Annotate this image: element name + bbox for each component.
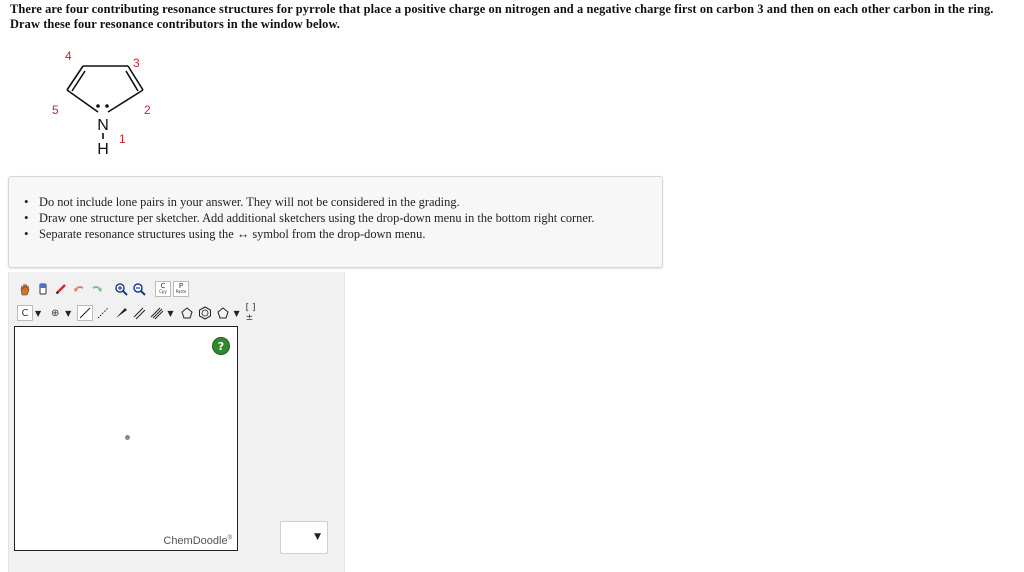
position-number-5: 5 xyxy=(52,103,59,117)
hand-icon[interactable] xyxy=(17,281,33,297)
charge-label: ⊕ xyxy=(50,307,60,319)
bond-c3-c2-inner xyxy=(125,70,139,92)
benzene-icon[interactable] xyxy=(197,305,213,321)
hydrogen-label: H xyxy=(97,141,109,158)
nitrogen-label: N xyxy=(97,117,109,134)
sketcher-dropdown[interactable]: ▼ xyxy=(280,521,328,554)
copy-label: Cpy xyxy=(159,289,167,294)
chevron-down-icon[interactable]: ▼ xyxy=(167,309,173,318)
eraser-icon[interactable] xyxy=(35,281,51,297)
position-number-1: 1 xyxy=(119,132,126,146)
zoom-in-icon[interactable] xyxy=(113,281,129,297)
instruction-item: Do not include lone pairs in your answer… xyxy=(24,194,662,210)
ring-icon[interactable] xyxy=(215,305,231,321)
double-bond-icon[interactable] xyxy=(131,305,147,321)
pencil-icon[interactable] xyxy=(53,281,69,297)
chevron-down-icon[interactable]: ▼ xyxy=(35,309,41,318)
chevron-down-icon[interactable]: ▼ xyxy=(65,309,71,318)
position-number-4: 4 xyxy=(65,49,72,63)
atom-label: C xyxy=(21,307,29,319)
triple-bond-icon[interactable] xyxy=(149,305,165,321)
pyrrole-structure: N H 1 2 3 4 5 xyxy=(40,40,180,170)
toolbar-row-2: C ▼ ⊕ ▼ ▼ ▼ [ ]± xyxy=(17,303,264,323)
lone-pair-dot xyxy=(96,104,100,108)
chevron-down-icon: ▼ xyxy=(314,532,321,542)
instruction-item: Separate resonance structures using the … xyxy=(24,226,662,242)
bond-n1-c5 xyxy=(66,89,99,113)
bracket-icon[interactable]: [ ]± xyxy=(245,303,262,323)
charge-button[interactable]: ⊕ xyxy=(47,305,63,321)
instructions-box: Do not include lone pairs in your answer… xyxy=(8,176,663,268)
instructions-list: Do not include lone pairs in your answer… xyxy=(24,194,662,242)
wedge-bond-icon[interactable] xyxy=(113,305,129,321)
drawing-canvas[interactable]: ? ChemDoodle® xyxy=(14,326,238,551)
single-bond-icon[interactable] xyxy=(77,305,94,321)
canvas-center-marker xyxy=(125,435,130,440)
instruction-item: Draw one structure per sketcher. Add add… xyxy=(24,210,662,226)
chevron-down-icon[interactable]: ▼ xyxy=(233,309,239,318)
lone-pair-dot xyxy=(105,104,109,108)
pyrrole-diagram: N H 1 2 3 4 5 xyxy=(52,49,151,158)
zoom-out-icon[interactable] xyxy=(131,281,147,297)
redo-icon[interactable] xyxy=(89,281,105,297)
cyclopentane-icon[interactable] xyxy=(179,305,195,321)
question-text: There are four contributing resonance st… xyxy=(10,2,994,31)
undo-icon[interactable] xyxy=(71,281,87,297)
bracket-label: [ ]± xyxy=(245,303,256,323)
paste-icon[interactable]: P Paste xyxy=(173,281,189,297)
copy-icon[interactable]: C Cpy xyxy=(155,281,171,297)
chemdoodle-brand: ChemDoodle® xyxy=(163,535,232,547)
bond-c2-n1 xyxy=(107,89,144,113)
position-number-2: 2 xyxy=(144,103,151,117)
paste-label: Paste xyxy=(175,289,187,294)
toolbar-row-1: C Cpy P Paste xyxy=(17,280,191,298)
registered-mark: ® xyxy=(227,535,232,542)
position-number-3: 3 xyxy=(133,56,140,70)
brand-label: ChemDoodle xyxy=(163,535,228,547)
atom-select-button[interactable]: C xyxy=(17,305,33,321)
dashed-bond-icon[interactable] xyxy=(95,305,111,321)
help-icon[interactable]: ? xyxy=(212,337,230,355)
